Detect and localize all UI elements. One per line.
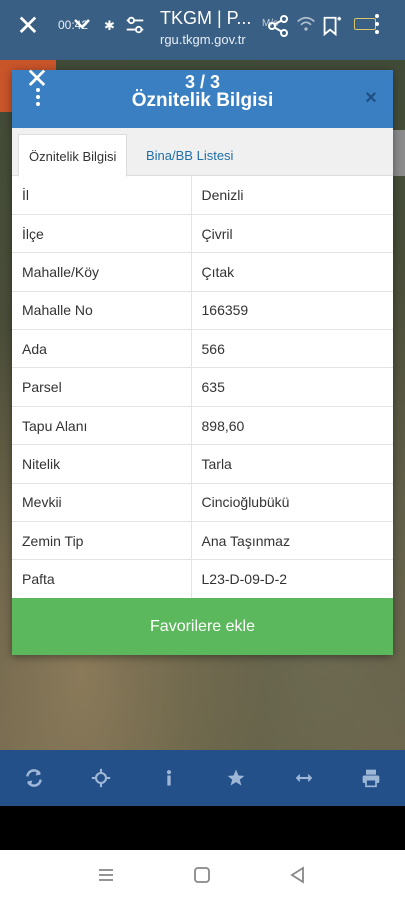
table-row: Parsel 635 <box>12 367 393 407</box>
row-value: Ana Taşınmaz <box>201 532 290 549</box>
row-value: 898,60 <box>201 417 245 434</box>
row-key: İlçe <box>12 214 192 253</box>
row-value: Cincioğlubükü <box>201 494 290 511</box>
table-row: Mahalle/Köy Çıtak <box>12 252 393 292</box>
row-value: Tarla <box>201 455 232 472</box>
row-key: Tapu Alanı <box>12 406 192 445</box>
table-row: Mevkii Cincioğlubükü <box>12 483 393 522</box>
table-row: İl Denizli <box>12 176 393 215</box>
more-menu-icon[interactable] <box>372 14 382 40</box>
chevron-down-icon[interactable] <box>70 12 94 36</box>
measure-icon[interactable] <box>284 758 324 798</box>
row-value: 166359 <box>201 302 249 319</box>
page-title: TKGM | P... <box>160 8 252 28</box>
star-icon[interactable] <box>216 758 256 798</box>
info-icon[interactable] <box>149 758 189 798</box>
bookmark-add-icon[interactable] <box>320 14 342 38</box>
close-icon[interactable]: ✕ <box>14 12 42 40</box>
dialog-tabs: Öznitelik Bilgisi Bina/BB Listesi <box>12 128 393 177</box>
page-url[interactable]: rgu.tkgm.gov.tr <box>160 32 246 47</box>
table-row: Zemin Tip Ana Taşınmaz <box>12 521 393 560</box>
row-value: Çıtak <box>201 263 235 280</box>
dialog-header: 3 / 3 Öznitelik Bilgisi ✕ × <box>12 65 393 128</box>
tab-attribute-info[interactable]: Öznitelik Bilgisi <box>18 134 128 177</box>
table-row: Nitelik Tarla <box>12 444 393 484</box>
row-value: 566 <box>201 340 225 357</box>
add-to-favorites-button[interactable]: Favorilere ekle <box>12 598 393 655</box>
row-value: L23-D-09-D-2 <box>201 571 288 588</box>
back-icon[interactable] <box>288 865 308 885</box>
row-key: İl <box>12 176 192 215</box>
share-icon[interactable] <box>266 14 290 38</box>
map-scroll-indicator <box>393 130 405 176</box>
browser-toolbar: ✕ 00:42 ✱ TKGM | P... rgu.tkgm.gov.tr M/… <box>0 0 405 60</box>
system-nav-bar <box>0 850 405 900</box>
row-key: Ada <box>12 329 192 368</box>
attribute-dialog: 3 / 3 Öznitelik Bilgisi ✕ × Öznitelik Bi… <box>12 65 393 655</box>
table-row: Ada 566 <box>12 329 393 368</box>
site-settings-icon[interactable] <box>124 14 146 36</box>
table-row: Mahalle No 166359 <box>12 291 393 330</box>
row-key: Mevkii <box>12 483 192 522</box>
row-key: Pafta <box>12 559 192 599</box>
row-key: Mahalle/Köy <box>12 252 192 292</box>
attribute-table: İl Denizli İlçe Çivril Mahalle/Köy Çıtak Ma… <box>12 176 393 599</box>
print-icon[interactable] <box>351 758 391 798</box>
dialog-title: Öznitelik Bilgisi <box>131 90 274 111</box>
table-row: İlçe Çivril <box>12 214 393 253</box>
table-row: Pafta L23-D-09-D-2 <box>12 559 393 599</box>
row-key: Parsel <box>12 367 192 407</box>
map-toolbar <box>0 750 405 806</box>
wifi-icon <box>297 16 315 31</box>
row-value: 635 <box>201 379 225 396</box>
gear-icon: ✱ <box>104 18 115 33</box>
row-value: Çivril <box>201 225 233 242</box>
row-key: Mahalle No <box>12 291 192 330</box>
recent-apps-icon[interactable] <box>96 865 116 885</box>
home-icon[interactable] <box>192 865 212 885</box>
row-key: Nitelik <box>12 444 192 484</box>
refresh-icon[interactable] <box>14 758 54 798</box>
overlay-menu-icon[interactable] <box>34 88 42 110</box>
row-key: Zemin Tip <box>12 521 192 560</box>
dialog-close-button[interactable]: × <box>361 88 381 108</box>
tab-building-list[interactable]: Bina/BB Listesi <box>136 134 243 177</box>
locate-icon[interactable] <box>81 758 121 798</box>
screen-gap <box>0 806 405 850</box>
table-row: Tapu Alanı 898,60 <box>12 406 393 445</box>
row-value: Denizli <box>201 186 244 203</box>
